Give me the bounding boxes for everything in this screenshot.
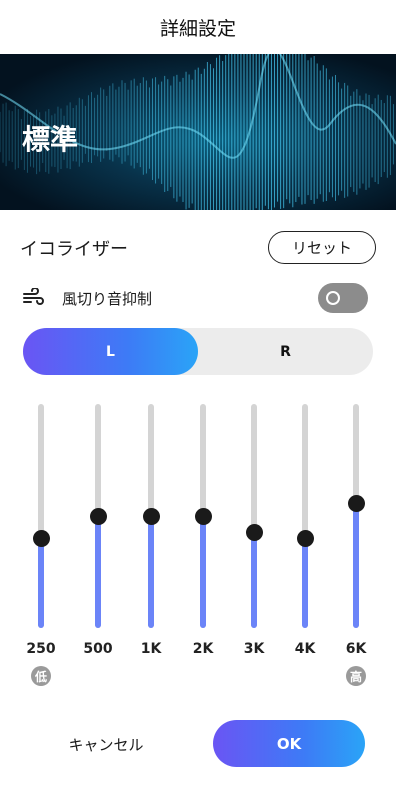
eq-band-label: 500 [83, 641, 113, 657]
wind-noise-row: 風切り音抑制 [0, 281, 396, 315]
eq-band-label: 2K [192, 641, 214, 657]
eq-band-3k[interactable]: 3K [234, 404, 274, 684]
preset-name: 標準 [22, 123, 79, 156]
eq-slider-track[interactable] [38, 404, 44, 628]
eq-band-4k[interactable]: 4K [285, 404, 325, 684]
eq-band-500[interactable]: 500 [78, 404, 118, 684]
wind-noise-label: 風切り音抑制 [62, 290, 153, 308]
eq-band-1k[interactable]: 1K [131, 404, 171, 684]
eq-slider-fill [353, 503, 359, 628]
eq-band-2k[interactable]: 2K [183, 404, 223, 684]
cancel-button[interactable]: キャンセル [40, 722, 172, 766]
wind-noise-toggle[interactable] [318, 283, 368, 313]
channel-switch: L R [23, 328, 373, 375]
eq-band-label: 1K [140, 641, 162, 657]
eq-slider-fill [38, 538, 44, 628]
eq-slider-track[interactable] [302, 404, 308, 628]
eq-slider-thumb[interactable] [246, 524, 263, 541]
eq-slider-thumb[interactable] [90, 508, 107, 525]
eq-slider-track[interactable] [251, 404, 257, 628]
low-badge: 低 [31, 666, 51, 686]
eq-slider-fill [148, 516, 154, 628]
eq-band-label: 4K [294, 641, 316, 657]
page-title: 詳細設定 [159, 17, 236, 40]
equalizer-title: イコライザー [20, 239, 128, 260]
high-badge: 高 [346, 666, 366, 686]
eq-slider-thumb[interactable] [143, 508, 160, 525]
channel-right-button[interactable]: R [198, 328, 373, 375]
toggle-knob [326, 291, 340, 305]
eq-slider-thumb[interactable] [297, 530, 314, 547]
reset-button[interactable]: リセット [268, 231, 376, 264]
preset-banner: 標準 [0, 54, 396, 210]
header: 詳細設定 [0, 0, 396, 54]
eq-band-label: 250 [26, 641, 56, 657]
eq-slider-fill [251, 532, 257, 628]
eq-slider-fill [200, 516, 206, 628]
eq-band-label: 6K [345, 641, 367, 657]
channel-left-button[interactable]: L [23, 328, 198, 375]
eq-slider-thumb[interactable] [33, 530, 50, 547]
eq-slider-thumb[interactable] [348, 495, 365, 512]
eq-slider-fill [95, 516, 101, 628]
eq-slider-track[interactable] [353, 404, 359, 628]
eq-band-250[interactable]: 250 低 [21, 404, 61, 686]
eq-band-6k[interactable]: 6K 高 [336, 404, 376, 686]
eq-band-label: 3K [243, 641, 265, 657]
eq-slider-fill [302, 538, 308, 628]
wind-icon [23, 288, 44, 305]
equalizer-bands: 250 低 500 1K 2K 3K 4K 6K 高 [0, 404, 396, 686]
ok-button[interactable]: OK [213, 720, 365, 767]
equalizer-header: イコライザー リセット [0, 226, 396, 270]
eq-slider-thumb[interactable] [195, 508, 212, 525]
